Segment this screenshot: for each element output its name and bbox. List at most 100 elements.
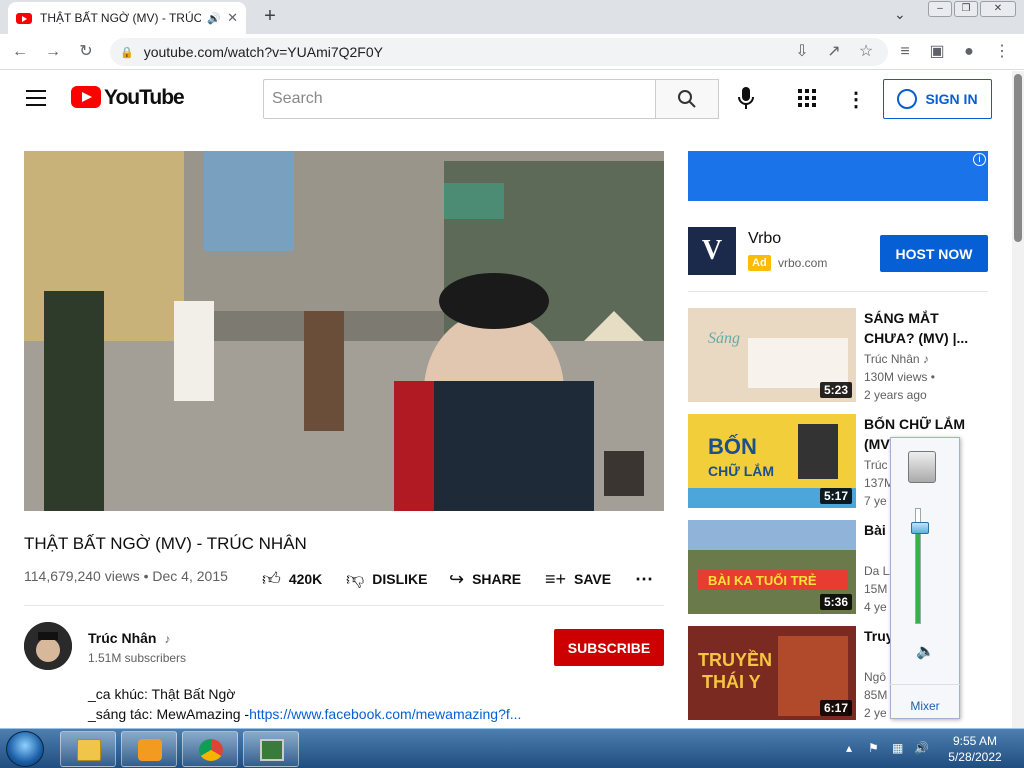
- taskbar-network-app-button[interactable]: [243, 731, 299, 767]
- new-tab-button[interactable]: +: [258, 4, 282, 28]
- svg-text:TRUYỀN: TRUYỀN: [698, 649, 772, 670]
- recommended-views: 85M: [864, 688, 888, 702]
- ad-advertiser-name[interactable]: Vrbo: [748, 230, 781, 248]
- minimize-button[interactable]: –: [928, 1, 952, 17]
- video-thumbnail[interactable]: BÀI KA TUỔI TRẺ 5:36: [688, 520, 856, 614]
- lock-icon: 🔒: [120, 46, 134, 59]
- browser-toolbar: ← → ↻ 🔒 youtube.com/watch?v=YUAmi7Q2F0Y …: [0, 34, 1024, 70]
- video-frame: [24, 151, 664, 511]
- tab-audio-icon[interactable]: 🔊: [207, 12, 221, 25]
- recommended-channel: Trúc: [864, 458, 888, 472]
- share-arrow-icon: ↪: [449, 568, 465, 589]
- chrome-menu-icon[interactable]: ⋮: [992, 42, 1012, 62]
- subscribe-button[interactable]: SUBSCRIBE: [554, 629, 664, 666]
- ad-info-icon[interactable]: i: [973, 153, 986, 166]
- save-label: SAVE: [574, 571, 612, 587]
- clock-time: 9:55 AM: [952, 734, 998, 748]
- video-view-count-date: 114,679,240 views • Dec 4, 2015: [24, 568, 228, 584]
- tab-close-icon[interactable]: ✕: [227, 10, 238, 26]
- hamburger-menu-icon[interactable]: [26, 90, 46, 106]
- mute-speaker-icon[interactable]: 🔈: [916, 642, 935, 660]
- recommended-channel: Trúc Nhân ♪: [864, 352, 929, 366]
- svg-text:BỐN: BỐN: [708, 433, 757, 459]
- search-input[interactable]: [263, 79, 656, 119]
- like-button[interactable]: 👍︎ 420K: [262, 568, 322, 590]
- svg-text:CHỮ LẮM: CHỮ LẮM: [708, 462, 774, 479]
- video-thumbnail[interactable]: TRUYỀN THÁI Y 6:17: [688, 626, 856, 720]
- sign-in-button[interactable]: SIGN IN: [883, 79, 992, 119]
- page-scrollbar-thumb[interactable]: [1014, 74, 1022, 242]
- taskbar-explorer-button[interactable]: [60, 731, 116, 767]
- volume-level-fill: [916, 530, 920, 623]
- network-icon[interactable]: ▦: [892, 741, 903, 755]
- music-note-icon: ♪: [164, 632, 171, 646]
- search-icon: [678, 90, 696, 108]
- description-text: _sáng tác: MewAmazing -: [88, 706, 250, 722]
- svg-text:Sáng: Sáng: [708, 330, 740, 347]
- recommended-video[interactable]: Sáng 5:23 SÁNG MẮT CHƯA? (MV) |... Trúc …: [688, 308, 988, 402]
- save-button[interactable]: ≡+ SAVE: [545, 568, 611, 590]
- tab-search-chevron-icon[interactable]: ⌄: [894, 6, 906, 23]
- share-button[interactable]: ↪ SHARE: [449, 568, 521, 590]
- subscriber-count: 1.51M subscribers: [88, 651, 187, 665]
- more-actions-icon[interactable]: ⋯: [635, 568, 653, 590]
- video-duration: 5:17: [819, 488, 852, 504]
- side-panel-icon[interactable]: ▣: [927, 42, 947, 62]
- back-arrow-icon[interactable]: ←: [10, 42, 30, 62]
- vrbo-logo-icon[interactable]: V: [688, 227, 736, 275]
- recommended-channel: Ngô: [864, 670, 887, 684]
- install-app-icon[interactable]: ⇩: [792, 42, 812, 62]
- volume-tray-icon[interactable]: 🔊: [914, 741, 929, 755]
- description-line: _ca khúc: Thật Bất Ngờ: [88, 686, 236, 702]
- svg-text:THÁI Y: THÁI Y: [702, 671, 761, 692]
- search-button[interactable]: [655, 79, 719, 119]
- youtube-logo-icon[interactable]: [71, 86, 101, 108]
- video-duration: 5:23: [819, 382, 852, 398]
- video-player[interactable]: [24, 151, 664, 511]
- restore-button[interactable]: ❐: [954, 1, 978, 17]
- recommended-age: 2 years ago: [864, 388, 927, 402]
- recommended-age: 7 ye: [864, 494, 887, 508]
- profile-icon[interactable]: ●: [959, 42, 979, 62]
- host-now-button[interactable]: HOST NOW: [880, 235, 988, 272]
- description-link[interactable]: https://www.facebook.com/mewamazing?f...: [249, 706, 521, 722]
- folder-icon: [77, 739, 101, 761]
- volume-slider-thumb[interactable]: [911, 522, 929, 534]
- show-hidden-icons-icon[interactable]: ▴: [846, 741, 852, 755]
- start-button[interactable]: [6, 731, 44, 767]
- clock-date: 5/28/2022: [948, 750, 1002, 764]
- speaker-device-icon[interactable]: [908, 451, 936, 483]
- video-thumbnail[interactable]: Sáng 5:23: [688, 308, 856, 402]
- description-line: _sáng tác: MewAmazing -https://www.faceb…: [88, 706, 521, 722]
- tab-youtube[interactable]: THẬT BẤT NGỜ (MV) - TRÚC 🔊 ✕: [8, 2, 246, 34]
- voice-search-mic-icon[interactable]: [735, 86, 757, 112]
- divider: [24, 605, 664, 606]
- share-page-icon[interactable]: ↗: [824, 42, 844, 62]
- settings-more-icon[interactable]: ⋮: [846, 87, 866, 112]
- divider: [688, 291, 988, 292]
- youtube-wordmark[interactable]: YouTube: [104, 86, 185, 110]
- like-count: 420K: [288, 571, 323, 587]
- dislike-button[interactable]: 👎︎ DISLIKE: [346, 568, 428, 590]
- forward-arrow-icon[interactable]: →: [43, 42, 63, 62]
- video-duration: 5:36: [819, 594, 852, 610]
- media-control-icon[interactable]: ≡: [895, 42, 915, 62]
- channel-name[interactable]: Trúc Nhân ♪: [88, 630, 170, 646]
- url-text: youtube.com/watch?v=YUAmi7Q2F0Y: [143, 44, 383, 60]
- taskbar-media-player-button[interactable]: [121, 731, 177, 767]
- svg-text:BÀI KA TUỔI TRẺ: BÀI KA TUỔI TRẺ: [708, 573, 817, 588]
- action-center-flag-icon[interactable]: ⚑: [868, 741, 879, 755]
- video-thumbnail[interactable]: BỐN CHỮ LẮM 5:17: [688, 414, 856, 508]
- ad-banner[interactable]: i: [688, 151, 988, 201]
- address-bar[interactable]: 🔒 youtube.com/watch?v=YUAmi7Q2F0Y: [110, 38, 888, 66]
- youtube-apps-grid-icon[interactable]: [798, 89, 816, 107]
- channel-avatar[interactable]: [24, 622, 72, 670]
- reload-icon[interactable]: ↻: [76, 42, 96, 62]
- mixer-link[interactable]: Mixer: [890, 684, 960, 719]
- system-clock[interactable]: 9:55 AM 5/28/2022: [940, 733, 1010, 765]
- bookmark-star-icon[interactable]: ☆: [856, 42, 876, 62]
- youtube-favicon-icon: [16, 12, 32, 24]
- taskbar-chrome-button[interactable]: [182, 731, 238, 767]
- close-window-button[interactable]: ✕: [980, 1, 1016, 17]
- video-title: THẬT BẤT NGỜ (MV) - TRÚC NHÂN: [24, 534, 307, 553]
